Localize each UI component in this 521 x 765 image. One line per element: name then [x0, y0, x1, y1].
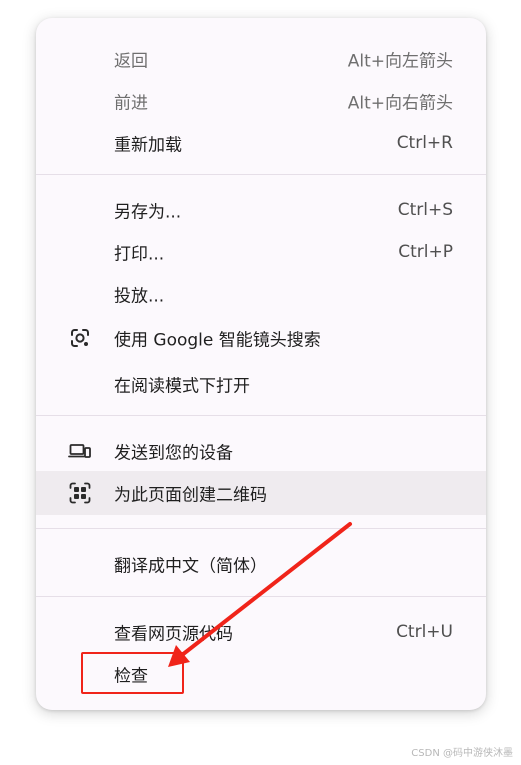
screenshot-stage: 返回 Alt+向左箭头 前进 Alt+向右箭头 重新加载 Ctrl+R 另存为.… [0, 0, 521, 765]
watermark: CSDN @码中游侠沐墨 [411, 748, 513, 759]
annotation-arrow [168, 522, 352, 667]
